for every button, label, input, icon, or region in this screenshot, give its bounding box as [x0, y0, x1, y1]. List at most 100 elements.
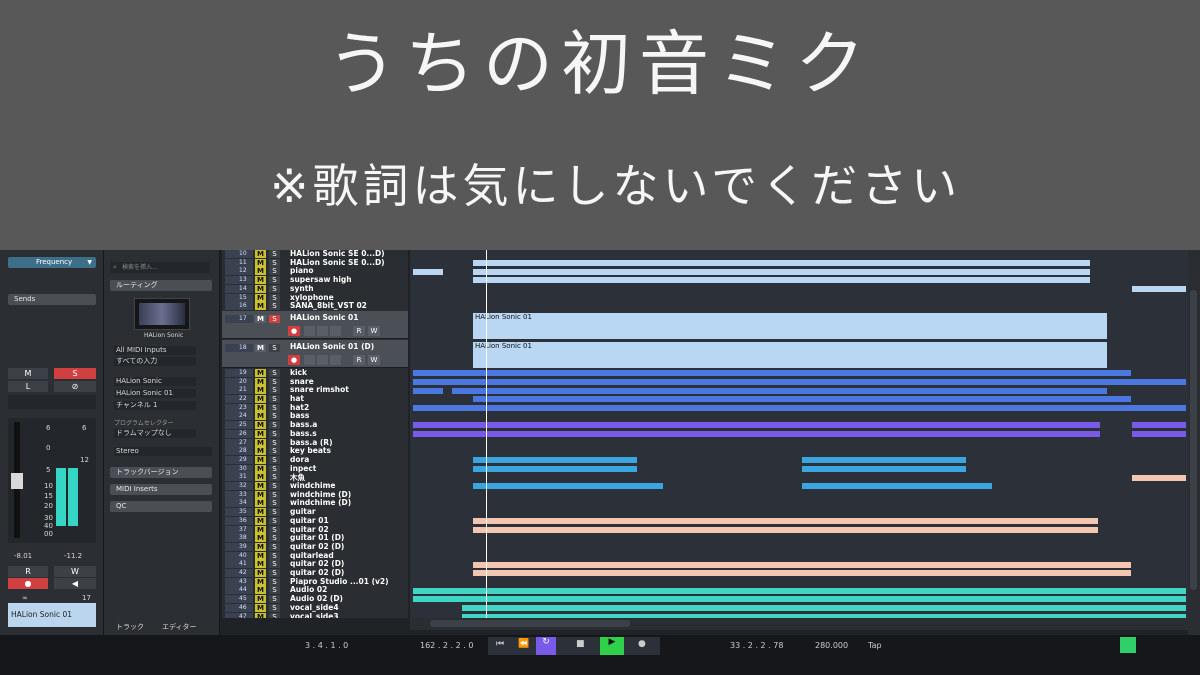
track-name[interactable]: HALion Sonic 01 — [290, 313, 359, 322]
track-name[interactable]: xylophone — [290, 293, 334, 302]
tempo-field[interactable]: 280.000 — [815, 641, 848, 650]
track-row[interactable]: 30 M Sinpect — [222, 464, 408, 474]
track-solo-button[interactable]: S — [269, 421, 280, 430]
listen-button[interactable]: L — [8, 381, 48, 392]
midi-inserts-section[interactable]: MIDI Inserts — [110, 484, 212, 495]
track-mute-button[interactable]: M — [255, 421, 266, 430]
track-row[interactable]: 19 M Skick — [222, 368, 408, 378]
track-solo-button[interactable]: S — [269, 586, 280, 595]
track-mute-button[interactable]: M — [255, 267, 266, 276]
track-name[interactable]: snare — [290, 377, 314, 386]
vertical-scrollbar[interactable] — [1188, 250, 1200, 635]
track-solo-button[interactable]: S — [269, 516, 280, 525]
track-solo-button[interactable]: S — [269, 377, 280, 386]
track-name[interactable]: guitar 01 (D) — [290, 533, 344, 542]
track-name[interactable]: windchime — [290, 481, 335, 490]
event-clip[interactable] — [1132, 474, 1186, 481]
track-mute-button[interactable]: M — [255, 595, 266, 604]
tab-track[interactable]: トラック — [116, 622, 144, 632]
track-row[interactable]: 11 M S HALion Sonic SE 0...D) — [222, 258, 408, 268]
horizontal-scrollbar[interactable] — [410, 618, 1188, 630]
keyboard-icon[interactable] — [330, 354, 341, 365]
monitor-icon[interactable] — [304, 325, 315, 336]
track-row[interactable]: 18 M S HALion Sonic 01 (D) ● R W — [222, 339, 408, 368]
record-icon[interactable]: ● — [638, 639, 646, 649]
event-clip[interactable] — [473, 457, 637, 464]
track-name[interactable]: windchime (D) — [290, 498, 351, 507]
track-solo-button[interactable]: S — [269, 368, 280, 377]
track-solo-button[interactable]: S — [269, 267, 280, 276]
track-name[interactable]: hat — [290, 394, 304, 403]
mute-button[interactable]: M — [8, 368, 48, 379]
track-solo-button[interactable]: S — [269, 412, 280, 421]
track-mute-button[interactable]: M — [255, 516, 266, 525]
track-mute-button[interactable]: M — [255, 577, 266, 586]
volume-fader-handle[interactable] — [11, 473, 23, 489]
track-mute-button[interactable]: M — [255, 482, 266, 490]
track-name[interactable]: hat2 — [290, 403, 309, 412]
track-solo-button[interactable]: S — [269, 343, 280, 352]
track-name[interactable]: quitar 02 (D) — [290, 559, 344, 568]
track-solo-button[interactable]: S — [269, 395, 280, 403]
track-solo-button[interactable]: S — [269, 569, 280, 577]
event-clip[interactable] — [413, 404, 1186, 411]
track-mute-button[interactable]: M — [255, 560, 266, 569]
track-name-field[interactable]: HALion Sonic 01 — [8, 603, 96, 627]
qc-section[interactable]: QC — [110, 501, 212, 512]
track-mute-button[interactable]: M — [255, 386, 266, 395]
read-button[interactable]: R — [8, 566, 48, 577]
track-solo-button[interactable]: S — [269, 455, 280, 464]
track-mute-button[interactable]: M — [255, 429, 266, 438]
track-mute-button[interactable]: M — [255, 473, 266, 482]
event-clip[interactable] — [473, 518, 1098, 524]
event-clip[interactable] — [802, 483, 992, 490]
track-mute-button[interactable]: M — [255, 455, 266, 464]
track-mute-button[interactable]: M — [255, 258, 266, 267]
track-row[interactable]: 23 M Shat2 — [222, 403, 408, 413]
track-solo-button[interactable]: S — [269, 258, 280, 267]
channel-select[interactable]: チャンネル 1 — [114, 401, 196, 410]
right-locator[interactable]: 162 . 2 . 2 . 0 — [420, 641, 473, 650]
event-clip[interactable] — [802, 457, 966, 464]
event-clip[interactable] — [413, 422, 1100, 429]
pan-slider[interactable] — [8, 395, 96, 409]
event-clip[interactable] — [473, 277, 1090, 284]
event-clip[interactable] — [413, 378, 1186, 385]
track-solo-button[interactable]: S — [269, 577, 280, 586]
midi-input-select[interactable]: All MIDI Inputs — [114, 346, 196, 355]
track-solo-button[interactable]: S — [269, 429, 280, 438]
cycle-button[interactable]: ↻ — [536, 637, 556, 655]
event-clip[interactable] — [413, 431, 1100, 437]
track-solo-button[interactable]: S — [269, 293, 280, 302]
track-mute-button[interactable]: M — [255, 343, 266, 352]
track-row[interactable]: 13 M Ssupersaw high — [222, 275, 408, 285]
track-name[interactable]: Piapro Studio ...01 (v2) — [290, 577, 389, 586]
edit-icon[interactable] — [317, 325, 328, 336]
track-name[interactable]: quitar 02 (D) — [290, 568, 344, 577]
track-solo-button[interactable]: S — [269, 302, 280, 311]
track-row[interactable]: 47 M Svocal_side3 — [222, 612, 408, 618]
track-mute-button[interactable]: M — [255, 534, 266, 543]
track-solo-button[interactable]: S — [269, 403, 280, 412]
track-name[interactable]: bass.a (R) — [290, 438, 333, 447]
track-solo-button[interactable]: S — [269, 542, 280, 551]
track-solo-button[interactable]: S — [269, 464, 280, 473]
event-clip[interactable] — [462, 605, 1186, 611]
event-clip[interactable] — [473, 465, 637, 472]
track-solo-button[interactable]: S — [269, 447, 280, 456]
track-name[interactable]: vocal_side4 — [290, 603, 339, 612]
sends-section[interactable]: Sends — [8, 294, 96, 305]
track-solo-button[interactable]: S — [269, 314, 280, 323]
track-row[interactable]: 28 M Skey beats — [222, 446, 408, 456]
track-name[interactable]: HALion Sonic SE 0...D) — [290, 258, 385, 267]
track-mute-button[interactable]: M — [255, 412, 266, 421]
track-mute-button[interactable]: M — [255, 464, 266, 473]
record-enable-button[interactable]: ● — [288, 325, 300, 336]
track-mute-button[interactable]: M — [255, 293, 266, 302]
keyboard-icon[interactable] — [330, 325, 341, 336]
event-clip[interactable] — [413, 268, 443, 275]
stereo-select[interactable]: Stereo — [114, 447, 212, 456]
left-locator[interactable]: 3 . 4 . 1 . 0 — [305, 641, 348, 650]
track-name[interactable]: bass — [290, 411, 309, 420]
track-row[interactable]: 21 M Ssnare rimshot — [222, 385, 408, 395]
